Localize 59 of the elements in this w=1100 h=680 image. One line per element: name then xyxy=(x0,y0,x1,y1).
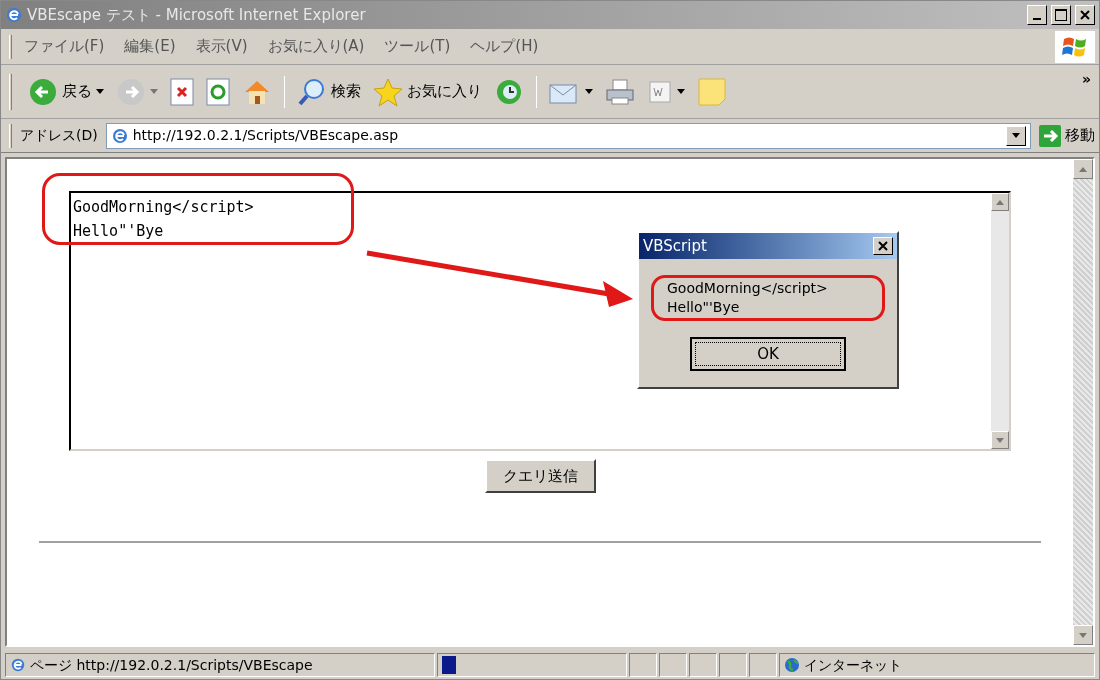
favorites-button[interactable]: お気に入り xyxy=(369,71,486,112)
menu-item[interactable]: ツール(T) xyxy=(384,35,451,58)
window-title: VBEscape テスト - Microsoft Internet Explorer xyxy=(27,4,367,26)
caret-icon xyxy=(1079,632,1087,638)
more-button[interactable]: » xyxy=(1081,69,1091,90)
status-pane xyxy=(719,653,747,677)
globe-icon xyxy=(784,657,800,673)
browser-logo-icon xyxy=(5,6,23,24)
menu-item[interactable]: 編集(E) xyxy=(124,35,176,58)
search-button[interactable]: 検索 xyxy=(293,71,365,112)
star-icon xyxy=(373,76,403,107)
windows-logo-icon xyxy=(1055,30,1095,63)
search-icon xyxy=(297,76,327,107)
menu-item[interactable]: 表示(V) xyxy=(195,35,248,58)
printer-icon xyxy=(605,77,635,106)
sticky-note-icon xyxy=(697,76,727,107)
menu-item[interactable]: ファイル(F) xyxy=(24,35,105,58)
caret-icon xyxy=(677,89,685,94)
maximize-button[interactable] xyxy=(1051,5,1071,25)
page-scroll-bar[interactable] xyxy=(1073,159,1093,645)
address-label: アドレス(D) xyxy=(20,126,98,145)
zone-text: インターネット xyxy=(804,655,902,675)
scroll-bar[interactable] xyxy=(991,193,1009,449)
up-arrow-icon xyxy=(1079,166,1087,172)
dialog-message-line: Hello"'Bye xyxy=(667,298,741,317)
page-icon xyxy=(110,126,129,145)
up-arrow-icon xyxy=(996,199,1004,205)
close-button[interactable] xyxy=(1075,5,1095,25)
status-pane xyxy=(689,653,717,677)
menu-item[interactable]: ヘルプ(H) xyxy=(470,35,539,58)
close-icon xyxy=(1080,10,1090,20)
dialog-message-line: GoodMorning</script> xyxy=(667,279,829,298)
progress-fill xyxy=(442,656,456,674)
stop-icon xyxy=(170,77,194,106)
caret-icon xyxy=(585,89,593,94)
caret-icon xyxy=(1012,133,1020,138)
minimize-button[interactable] xyxy=(1027,5,1047,25)
status-pane xyxy=(749,653,777,677)
address-url: http://192.0.2.1/Scripts/VBEscape.asp xyxy=(132,126,400,145)
dialog-title: VBScript xyxy=(643,235,707,257)
caret-icon xyxy=(996,437,1004,443)
text-area-value: GoodMorning</script> Hello"'Bye xyxy=(73,198,254,240)
menu-item[interactable]: お気に入り(A) xyxy=(267,35,365,58)
address-field[interactable]: http://192.0.2.1/Scripts/VBEscape.asp xyxy=(105,122,1031,149)
status-pane xyxy=(629,653,657,677)
go-button[interactable]: 移動 xyxy=(1039,124,1095,147)
status-text: ページ http://192.0.2.1/Scripts/VBEscape xyxy=(30,655,313,675)
dropdown-button[interactable] xyxy=(1006,125,1026,146)
caret-icon xyxy=(150,89,158,94)
submit-button[interactable]: クエリ送信 xyxy=(484,459,596,493)
dialog-close-button[interactable] xyxy=(873,237,893,255)
caret-icon xyxy=(96,89,104,94)
ok-button[interactable]: OK xyxy=(690,337,846,371)
status-pane xyxy=(659,653,687,677)
back-button[interactable]: 戻る xyxy=(24,71,108,112)
refresh-icon xyxy=(206,77,230,106)
document-icon xyxy=(647,78,673,105)
page-icon xyxy=(10,657,26,673)
close-icon xyxy=(878,241,888,251)
